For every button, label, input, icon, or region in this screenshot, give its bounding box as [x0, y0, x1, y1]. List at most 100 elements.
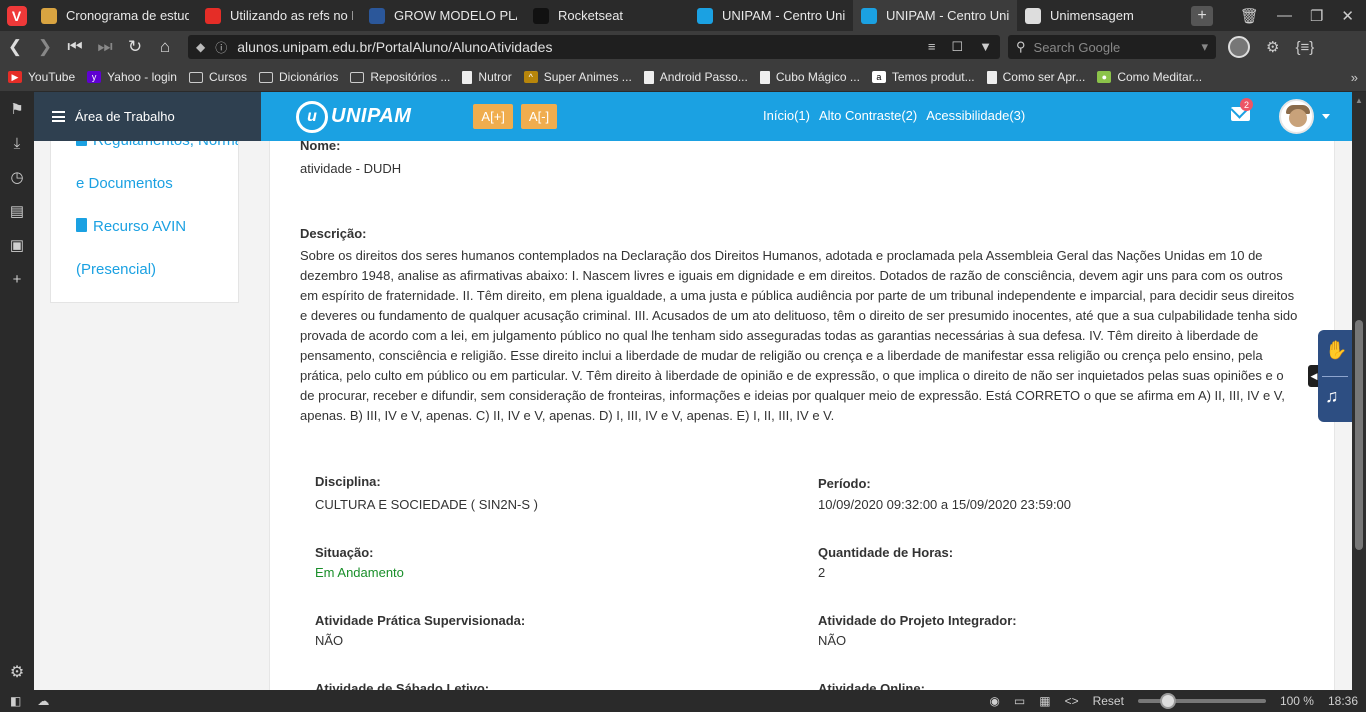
scroll-up-arrow-icon[interactable]: ▲ [1355, 96, 1363, 105]
bookmark-item[interactable]: Como ser Apr... [986, 70, 1086, 84]
more-bookmarks-icon[interactable]: » [1351, 70, 1358, 85]
shield-icon[interactable]: ◆ [196, 40, 205, 54]
page-scrollbar[interactable]: ▲ [1352, 92, 1366, 690]
search-placeholder: Search Google [1033, 39, 1121, 55]
trash-icon[interactable]: 🗑 [1240, 7, 1259, 25]
browser-tab-strip: V Cronograma de estudos Utilizando as ref… [0, 0, 1366, 31]
browser-tab[interactable]: GROW MODELO PLANE [361, 0, 525, 31]
toggle-panel-icon[interactable]: ◧ [10, 694, 21, 708]
folder-icon [188, 71, 203, 83]
sidebar-link-recurso-avin-cont[interactable]: (Presencial) [76, 261, 156, 278]
add-panel-icon[interactable]: + [0, 262, 34, 296]
site-info-icon[interactable]: ⓘ [215, 39, 227, 56]
profile-avatar-icon[interactable] [1228, 36, 1250, 58]
nav-inicio-link[interactable]: Início(1) [763, 108, 810, 123]
bookmarks-panel-icon[interactable]: ⚑ [0, 92, 34, 126]
bookmark-item[interactable]: ▶ YouTube [8, 70, 75, 84]
sidebar-link-regulamentos[interactable]: Regulamentos, Normas [76, 141, 238, 149]
sidebar-menu-card: Regulamentos, Normas e Documentos Recurs… [50, 141, 239, 303]
browser-status-bar: ◧ ☁ ◉ ▭ ▦ <> Reset 100 % 18:36 [0, 690, 1366, 712]
reader-view-icon[interactable]: ≡ [928, 39, 936, 55]
font-decrease-button[interactable]: A[-] [520, 104, 558, 129]
rewind-button[interactable]: ⏮ [60, 31, 90, 63]
extensions-icon[interactable]: ⚙ [1266, 38, 1279, 56]
nav-alto-contraste-link[interactable]: Alto Contraste(2) [819, 108, 917, 123]
zoom-slider-knob[interactable] [1159, 693, 1176, 709]
browser-tab[interactable]: UNIPAM - Centro Univer [853, 0, 1017, 31]
image-icon[interactable]: ▦ [1039, 694, 1050, 708]
sidebar-link-recurso-avin[interactable]: Recurso AVIN [76, 218, 186, 235]
page-icon [462, 70, 473, 84]
bookmark-item[interactable]: ● Como Meditar... [1097, 70, 1202, 84]
unipam-logo[interactable]: u UNIPAM [296, 100, 411, 133]
browser-tab[interactable]: Unimensagem [1017, 0, 1181, 31]
user-avatar[interactable] [1279, 99, 1314, 134]
url-text[interactable]: alunos.unipam.edu.br/PortalAluno/AlunoAt… [237, 39, 928, 55]
tab-title: Utilizando as refs no Re [230, 8, 353, 23]
window-panel-icon[interactable]: ▣ [0, 228, 34, 262]
bookmark-icon[interactable]: ☐ [951, 39, 963, 55]
tab-title: GROW MODELO PLANE [394, 8, 517, 23]
capture-icon[interactable]: ◉ [989, 694, 999, 708]
code-extension-icon[interactable]: {≡} [1295, 39, 1314, 56]
settings-gear-icon[interactable]: ⚙ [0, 658, 34, 686]
caret-down-icon[interactable] [1322, 114, 1330, 119]
vivaldi-menu-button[interactable]: V [0, 0, 33, 31]
bookmark-item[interactable]: Repositórios ... [350, 70, 450, 84]
folder-icon [350, 71, 365, 83]
chevron-down-icon[interactable]: ▾ [1201, 39, 1208, 55]
tab-title: Cronograma de estudos [66, 8, 189, 23]
home-button[interactable]: ⌂ [150, 31, 180, 63]
bookmark-item[interactable]: y Yahoo - login [87, 70, 177, 84]
history-panel-icon[interactable]: ◷ [0, 160, 34, 194]
audio-accessibility-icon[interactable]: ♫ [1325, 386, 1347, 408]
close-icon[interactable]: ✕ [1341, 7, 1354, 25]
url-field[interactable]: ◆ ⓘ alunos.unipam.edu.br/PortalAluno/Alu… [188, 35, 1000, 59]
new-tab-button[interactable]: + [1191, 5, 1213, 26]
font-increase-button[interactable]: A[+] [473, 104, 513, 129]
vlibras-widget[interactable]: ✋ ♫ [1318, 330, 1352, 422]
browser-tab[interactable]: Cronograma de estudos [33, 0, 197, 31]
back-button[interactable]: ❮ [0, 31, 30, 63]
hamburger-icon[interactable] [52, 109, 65, 125]
restore-icon[interactable]: ❐ [1310, 7, 1323, 25]
bookmark-item[interactable]: a Temos produt... [871, 70, 975, 84]
bookmark-label: Como ser Apr... [1002, 70, 1086, 84]
aps-label: Atividade Prática Supervisionada: [315, 613, 526, 628]
sign-language-icon[interactable]: ✋ [1325, 340, 1347, 362]
notes-panel-icon[interactable]: ▤ [0, 194, 34, 228]
workspace-menu-toggle[interactable]: Área de Trabalho [34, 92, 261, 141]
bookmark-item[interactable]: Cubo Mágico ... [759, 70, 860, 84]
forward-button[interactable]: ❯ [30, 31, 60, 63]
nav-acessibilidade-link[interactable]: Acessibilidade(3) [926, 108, 1025, 123]
bookmark-item[interactable]: Dicionários [259, 70, 338, 84]
sync-cloud-icon[interactable]: ☁ [37, 694, 49, 708]
bookmark-item[interactable]: Cursos [188, 70, 247, 84]
code-icon[interactable]: <> [1065, 694, 1079, 708]
bookmark-label: Repositórios ... [370, 70, 451, 84]
browser-tab[interactable]: UNIPAM - Centro Univer [689, 0, 853, 31]
browser-tab[interactable]: Rocketseat [525, 0, 689, 31]
minimize-icon[interactable]: — [1277, 7, 1292, 24]
bookmark-item[interactable]: Nutror [462, 70, 512, 84]
vivaldi-logo-icon: V [6, 5, 27, 26]
bookmark-label: YouTube [28, 70, 76, 84]
bookmark-item[interactable]: Android Passo... [643, 70, 748, 84]
zoom-slider[interactable] [1137, 693, 1266, 709]
chevron-down-icon[interactable]: ▼ [979, 39, 992, 55]
scrollbar-thumb[interactable] [1355, 320, 1363, 550]
downloads-panel-icon[interactable]: ⤓ [0, 126, 34, 160]
tile-icon[interactable]: ▭ [1014, 694, 1025, 708]
bookmark-label: Android Passo... [659, 70, 748, 84]
unipam-logo-icon: u [296, 100, 328, 133]
browser-tab[interactable]: Utilizando as refs no Re [197, 0, 361, 31]
sidebar-link-regulamentos-cont[interactable]: e Documentos [76, 175, 173, 192]
search-field[interactable]: ⚲ Search Google ▾ [1008, 35, 1216, 59]
bookmark-item[interactable]: ^ Super Animes ... [523, 70, 632, 84]
tab-title: Rocketseat [558, 8, 624, 23]
page-viewport: Área de Trabalho u UNIPAM A[+] A[-] Iníc… [34, 92, 1352, 690]
zoom-reset-button[interactable]: Reset [1093, 694, 1124, 708]
fast-forward-button[interactable]: ⏭ [90, 31, 120, 63]
browser-side-panel: ⚑ ⤓ ◷ ▤ ▣ + ⚙ [0, 92, 34, 690]
reload-button[interactable]: ↻ [120, 31, 150, 63]
